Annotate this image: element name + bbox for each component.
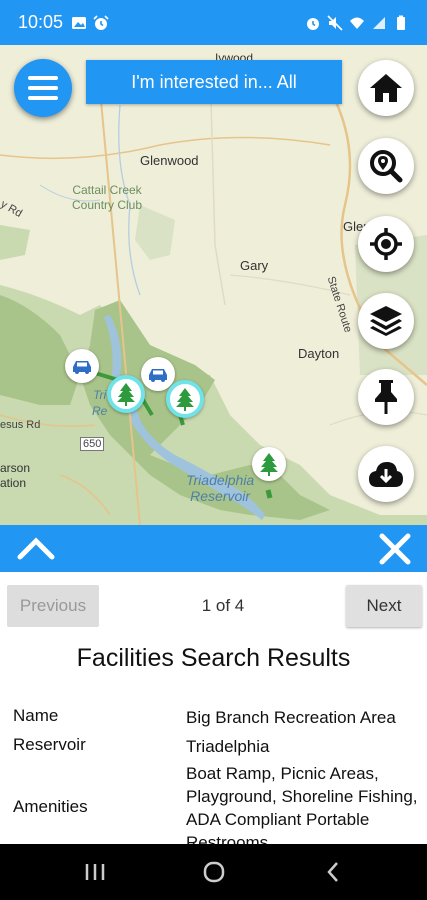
- boat-ramp-marker[interactable]: [65, 349, 99, 383]
- previous-button[interactable]: Previous: [7, 585, 99, 627]
- search-location-icon: [370, 150, 403, 183]
- pin-button[interactable]: [358, 369, 414, 425]
- tree-icon: [117, 383, 135, 406]
- home-button[interactable]: [358, 60, 414, 116]
- system-nav-bar: [0, 844, 427, 900]
- recents-button[interactable]: [80, 858, 110, 886]
- facility-marker-selected-1[interactable]: [107, 375, 145, 413]
- home-circle-icon: [203, 861, 225, 883]
- map-label-triadelphia: Triadelphia Reservoir: [186, 472, 255, 504]
- crosshair-icon: [370, 228, 402, 260]
- pager-indicator: 1 of 4: [201, 596, 245, 615]
- map-view[interactable]: Ivwood Glenwood Cattail Creek Country Cl…: [0, 45, 427, 525]
- map-label-gary: Gary: [240, 258, 269, 273]
- next-button[interactable]: Next: [346, 585, 422, 627]
- recents-icon: [85, 864, 105, 880]
- interest-filter-button[interactable]: I'm interested in... All: [86, 60, 342, 104]
- chevron-up-icon[interactable]: [16, 531, 56, 565]
- back-button[interactable]: [318, 858, 348, 886]
- map-label-route-650: 650: [80, 437, 105, 451]
- status-bar: 10:05: [0, 0, 427, 45]
- locate-me-button[interactable]: [358, 216, 414, 272]
- map-label-tri-partial: Tri Re: [92, 388, 108, 418]
- tree-icon: [176, 388, 194, 411]
- facility-marker[interactable]: [252, 447, 286, 481]
- layers-icon: [370, 306, 402, 336]
- close-icon[interactable]: [377, 531, 413, 567]
- alarm-icon: [307, 17, 319, 30]
- row-label-name: Name: [13, 706, 59, 725]
- hamburger-icon: [28, 73, 58, 103]
- results-panel-header: [0, 525, 427, 572]
- battery-icon: [397, 15, 405, 30]
- panel-title: Facilities Search Results: [76, 644, 351, 672]
- map-background: [0, 64, 427, 525]
- map-label-cattail: Cattail Creek Country Club: [72, 183, 143, 212]
- map-label-glenwood: Glenwood: [140, 153, 199, 168]
- car-icon: [149, 369, 167, 382]
- car-icon: [73, 361, 91, 374]
- search-location-button[interactable]: [358, 138, 414, 194]
- status-time: 10:05: [18, 12, 64, 32]
- mute-icon: [327, 14, 343, 31]
- menu-button[interactable]: [14, 59, 72, 117]
- map-label-dayton: Dayton: [298, 346, 340, 361]
- image-icon: [72, 16, 87, 29]
- wifi-icon: [350, 17, 364, 29]
- results-panel: Previous 1 of 4 Next Facilities Search R…: [0, 572, 427, 844]
- facility-marker-selected-2[interactable]: [166, 380, 204, 418]
- home-nav-button[interactable]: [199, 858, 229, 886]
- row-value-name: Big Branch Recreation Area: [186, 708, 396, 727]
- row-label-amenities: Amenities: [13, 797, 88, 816]
- tree-icon: [260, 453, 278, 476]
- back-icon: [327, 862, 338, 882]
- download-button[interactable]: [358, 446, 414, 502]
- alarm-icon: [93, 14, 109, 30]
- row-value-amenities: Boat Ramp, Picnic Areas, Playground, Sho…: [186, 764, 418, 844]
- row-label-reservoir: Reservoir: [13, 735, 86, 754]
- map-label-road-left2: esus Rd: [0, 419, 41, 431]
- pin-icon: [375, 380, 397, 414]
- layers-button[interactable]: [358, 293, 414, 349]
- map-label-arson: arson ation: [0, 461, 31, 490]
- row-value-reservoir: Triadelphia: [186, 737, 270, 756]
- signal-icon: [373, 16, 385, 29]
- cloud-download-icon: [369, 462, 403, 487]
- home-icon: [370, 74, 402, 102]
